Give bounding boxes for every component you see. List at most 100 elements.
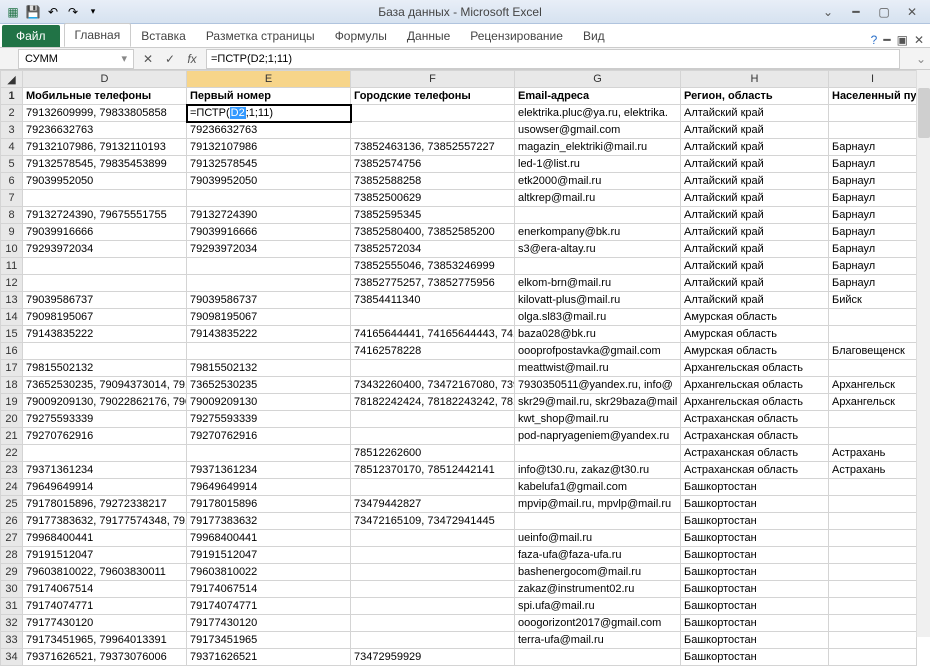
cell[interactable]: 73854411340: [351, 292, 515, 309]
row-header[interactable]: 31: [1, 598, 23, 615]
cell[interactable]: Алтайский край: [681, 292, 829, 309]
cell[interactable]: [351, 581, 515, 598]
cell[interactable]: [23, 343, 187, 360]
cell[interactable]: 73652530235: [187, 377, 351, 394]
cell[interactable]: skr29@mail.ru, skr29baza@mail: [515, 394, 681, 411]
accept-formula-icon[interactable]: ✓: [162, 52, 178, 66]
cell[interactable]: 79815502132: [23, 360, 187, 377]
cell[interactable]: Регион, область: [681, 88, 829, 105]
cell[interactable]: Башкортостан: [681, 615, 829, 632]
cell[interactable]: Архангельская область: [681, 360, 829, 377]
cell[interactable]: 79098195067: [23, 309, 187, 326]
cell[interactable]: Астрахань: [829, 462, 917, 479]
row-header[interactable]: 4: [1, 139, 23, 156]
cell[interactable]: 79191512047: [187, 547, 351, 564]
row-header[interactable]: 25: [1, 496, 23, 513]
cell[interactable]: Городские телефоны: [351, 88, 515, 105]
cell[interactable]: Email-адреса: [515, 88, 681, 105]
cell[interactable]: Башкортостан: [681, 547, 829, 564]
col-header-d[interactable]: D: [23, 71, 187, 88]
qat-dropdown-icon[interactable]: ▾: [84, 3, 102, 21]
row-header[interactable]: 11: [1, 258, 23, 275]
cell[interactable]: 78512370170, 78512442141: [351, 462, 515, 479]
cell[interactable]: [187, 258, 351, 275]
tab-page-layout[interactable]: Разметка страницы: [196, 25, 325, 47]
row-header[interactable]: 32: [1, 615, 23, 632]
cell[interactable]: [351, 615, 515, 632]
cell[interactable]: altkrep@mail.ru: [515, 190, 681, 207]
cell[interactable]: 73479442827: [351, 496, 515, 513]
cell[interactable]: 79039916666: [23, 224, 187, 241]
row-header[interactable]: 22: [1, 445, 23, 462]
vertical-scrollbar[interactable]: [916, 70, 930, 637]
cell[interactable]: 79039952050: [187, 173, 351, 190]
cell[interactable]: kwt_shop@mail.ru: [515, 411, 681, 428]
cell[interactable]: magazin_elektriki@mail.ru: [515, 139, 681, 156]
cell[interactable]: 79270762916: [23, 428, 187, 445]
cell[interactable]: 79173451965, 79964013391: [23, 632, 187, 649]
minimize-ribbon-icon[interactable]: ⌄: [818, 4, 838, 20]
cell[interactable]: [829, 411, 917, 428]
cell[interactable]: 79177430120: [187, 615, 351, 632]
cell[interactable]: 73472959929: [351, 649, 515, 666]
row-header[interactable]: 29: [1, 564, 23, 581]
cell[interactable]: spi.ufa@mail.ru: [515, 598, 681, 615]
tab-review[interactable]: Рецензирование: [460, 25, 573, 47]
cell[interactable]: etk2000@mail.ru: [515, 173, 681, 190]
cell[interactable]: [829, 564, 917, 581]
col-header-i[interactable]: I: [829, 71, 917, 88]
row-header[interactable]: 16: [1, 343, 23, 360]
cell[interactable]: Архангельская область: [681, 377, 829, 394]
row-header[interactable]: 23: [1, 462, 23, 479]
cancel-formula-icon[interactable]: ✕: [140, 52, 156, 66]
row-header[interactable]: 6: [1, 173, 23, 190]
cell[interactable]: 7930350511@yandex.ru, info@: [515, 377, 681, 394]
cell[interactable]: 79174067514: [23, 581, 187, 598]
cell[interactable]: 79177430120: [23, 615, 187, 632]
cell[interactable]: 79132724390: [187, 207, 351, 224]
maximize-icon[interactable]: ▢: [874, 4, 894, 20]
cell[interactable]: baza028@bk.ru: [515, 326, 681, 343]
cell[interactable]: Алтайский край: [681, 105, 829, 122]
cell[interactable]: [829, 547, 917, 564]
row-header[interactable]: 21: [1, 428, 23, 445]
cell[interactable]: [829, 309, 917, 326]
cell[interactable]: 79132609999, 79833805858: [23, 105, 187, 122]
cell[interactable]: ueinfo@mail.ru: [515, 530, 681, 547]
cell[interactable]: [829, 513, 917, 530]
cell[interactable]: Барнаул: [829, 224, 917, 241]
cell[interactable]: 73852588258: [351, 173, 515, 190]
cell[interactable]: 79173451965: [187, 632, 351, 649]
cell[interactable]: Барнаул: [829, 275, 917, 292]
cell[interactable]: [829, 530, 917, 547]
cell[interactable]: Башкортостан: [681, 513, 829, 530]
col-header-g[interactable]: G: [515, 71, 681, 88]
cell[interactable]: 79603810022: [187, 564, 351, 581]
cell[interactable]: 79371361234: [187, 462, 351, 479]
file-tab[interactable]: Файл: [2, 25, 60, 47]
cell[interactable]: 78182242424, 78182243242, 7818: [351, 394, 515, 411]
cell[interactable]: 78512262600: [351, 445, 515, 462]
cell[interactable]: Астраханская область: [681, 428, 829, 445]
cell[interactable]: 79009209130, 79022862176, 7902: [23, 394, 187, 411]
row-header[interactable]: 33: [1, 632, 23, 649]
cell[interactable]: 79009209130: [187, 394, 351, 411]
cell[interactable]: 79039586737: [23, 292, 187, 309]
cell[interactable]: olga.sl83@mail.ru: [515, 309, 681, 326]
cell[interactable]: Астрахань: [829, 445, 917, 462]
name-box[interactable]: СУММ ▾: [18, 49, 134, 69]
cell[interactable]: Населенный пункт: [829, 88, 917, 105]
cell[interactable]: 73852580400, 73852585200: [351, 224, 515, 241]
cell[interactable]: [187, 343, 351, 360]
active-cell[interactable]: =ПСТР(D2;1;11): [187, 105, 351, 122]
row-header[interactable]: 14: [1, 309, 23, 326]
cell[interactable]: 73852463136, 73852557227: [351, 139, 515, 156]
save-icon[interactable]: 💾: [24, 3, 42, 21]
cell[interactable]: [829, 615, 917, 632]
tab-insert[interactable]: Вставка: [131, 25, 196, 47]
cell[interactable]: 73852574756: [351, 156, 515, 173]
cell[interactable]: 73472165109, 73472941445: [351, 513, 515, 530]
cell[interactable]: [829, 649, 917, 666]
cell[interactable]: led-1@list.ru: [515, 156, 681, 173]
cell[interactable]: 79132578545, 79835453899: [23, 156, 187, 173]
